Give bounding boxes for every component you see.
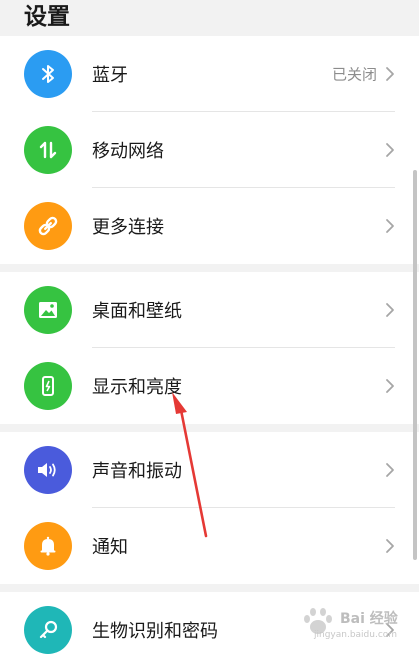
settings-screen: 设置 蓝牙 已关闭 移动网络 更多连接 桌面和壁纸 显示和亮度 声音和振动 通知… xyxy=(0,0,419,656)
settings-item-display-brightness[interactable]: 显示和亮度 xyxy=(0,348,419,424)
sound-vibration-label: 声音和振动 xyxy=(92,461,182,482)
mobile-network-label: 移动网络 xyxy=(92,141,164,162)
bluetooth-label: 蓝牙 xyxy=(92,65,128,86)
settings-item-bluetooth[interactable]: 蓝牙 已关闭 xyxy=(0,36,419,112)
chevron-right-icon xyxy=(386,143,394,157)
more-connections-label: 更多连接 xyxy=(92,217,164,238)
scrollbar[interactable] xyxy=(413,170,417,560)
settings-item-more-connections[interactable]: 更多连接 xyxy=(0,188,419,264)
settings-item-notifications[interactable]: 通知 xyxy=(0,508,419,584)
bluetooth-icon xyxy=(24,50,72,98)
watermark-brand: Bai 经验 xyxy=(340,611,398,627)
chevron-right-icon xyxy=(386,539,394,553)
wallpaper-label: 桌面和壁纸 xyxy=(92,301,182,322)
image-icon xyxy=(24,286,72,334)
settings-item-wallpaper[interactable]: 桌面和壁纸 xyxy=(0,272,419,348)
display-brightness-label: 显示和亮度 xyxy=(92,377,182,398)
display-group: 桌面和壁纸 显示和亮度 xyxy=(0,272,419,424)
speaker-icon xyxy=(24,446,72,494)
settings-item-sound-vibration[interactable]: 声音和振动 xyxy=(0,432,419,508)
link-icon xyxy=(24,202,72,250)
chevron-right-icon xyxy=(386,67,394,81)
bluetooth-status: 已关闭 xyxy=(331,65,377,84)
watermark-url: jingyan.baidu.com xyxy=(314,630,398,640)
chevron-right-icon xyxy=(386,379,394,393)
biometrics-password-label: 生物识别和密码 xyxy=(92,621,218,642)
baidu-watermark: Bai 经验 jingyan.baidu.com xyxy=(296,606,414,648)
display-brightness-icon xyxy=(24,362,72,410)
chevron-right-icon xyxy=(386,219,394,233)
notifications-label: 通知 xyxy=(92,537,128,558)
page-title: 设置 xyxy=(24,4,70,30)
connectivity-group: 蓝牙 已关闭 移动网络 更多连接 xyxy=(0,36,419,264)
chevron-right-icon xyxy=(386,463,394,477)
bell-icon xyxy=(24,522,72,570)
key-icon xyxy=(24,606,72,654)
chevron-right-icon xyxy=(386,303,394,317)
mobile-data-icon xyxy=(24,126,72,174)
settings-item-mobile-network[interactable]: 移动网络 xyxy=(0,112,419,188)
sound-notification-group: 声音和振动 通知 xyxy=(0,432,419,584)
